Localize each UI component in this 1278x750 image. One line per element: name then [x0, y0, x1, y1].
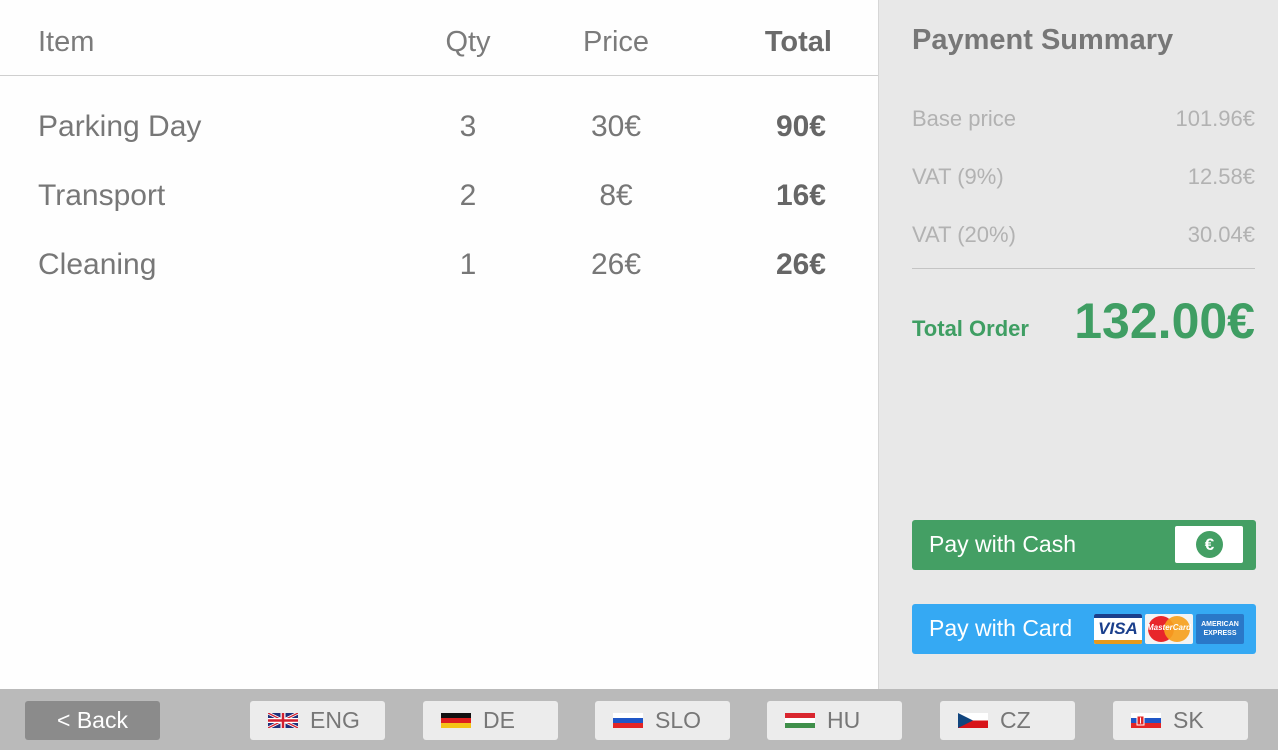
summary-line: VAT (9%) 12.58€: [912, 164, 1255, 194]
row-qty: 3: [459, 110, 477, 143]
mastercard-logo-icon: MasterCard: [1145, 614, 1193, 644]
row-price: 30€: [590, 110, 642, 143]
language-label: CZ: [1000, 707, 1031, 733]
summary-line-label: VAT (20%): [912, 222, 1016, 247]
summary-line: VAT (20%) 30.04€: [912, 222, 1255, 252]
row-item: Parking Day: [38, 110, 202, 143]
row-price: 8€: [599, 179, 633, 212]
back-button[interactable]: < Back: [25, 701, 160, 740]
total-order-label: Total Order: [912, 316, 1029, 341]
row-price: 26€: [590, 248, 642, 281]
slovakia-flag-icon: [1131, 713, 1161, 728]
order-table: Item Qty Price Total Parking Day 3 30€ 9…: [0, 0, 878, 689]
row-qty: 2: [459, 179, 477, 212]
summary-line: Base price 101.96€: [912, 106, 1255, 136]
germany-flag-icon: [441, 713, 471, 728]
row-qty: 1: [459, 248, 477, 281]
header-total: Total: [764, 26, 832, 58]
summary-line-label: Base price: [912, 106, 1016, 131]
payment-summary-panel: Payment Summary Base price 101.96€ VAT (…: [878, 0, 1278, 689]
summary-line-value: 12.58€: [1187, 164, 1255, 189]
table-row: Cleaning 1 26€ 26€: [0, 240, 878, 290]
header-price: Price: [582, 26, 650, 58]
language-button-hu[interactable]: HU: [767, 701, 902, 740]
header-item: Item: [38, 26, 95, 58]
euro-coin-icon: €: [1196, 531, 1223, 558]
row-total: 16€: [775, 179, 826, 212]
pay-with-cash-button[interactable]: Pay with Cash €: [912, 520, 1256, 570]
czech-flag-icon: [958, 713, 988, 728]
language-button-sk[interactable]: SK: [1113, 701, 1248, 740]
summary-divider: [912, 268, 1255, 269]
pay-with-card-label: Pay with Card: [929, 615, 1073, 641]
language-label: DE: [483, 707, 515, 733]
order-table-header: Item Qty Price Total: [0, 0, 878, 76]
slovenia-flag-icon: [613, 713, 643, 728]
pay-with-card-button[interactable]: Pay with Card VISA MasterCard AMERICAN EX…: [912, 604, 1256, 654]
visa-logo-icon: VISA: [1094, 614, 1142, 644]
language-button-eng[interactable]: ENG: [250, 701, 385, 740]
summary-line-value: 30.04€: [1187, 222, 1255, 247]
summary-line-label: VAT (9%): [912, 164, 1004, 189]
row-item: Transport: [38, 179, 166, 212]
language-label: ENG: [310, 707, 360, 733]
cash-badge: €: [1175, 526, 1243, 563]
table-row: Transport 2 8€ 16€: [0, 171, 878, 221]
table-row: Parking Day 3 30€ 90€: [0, 102, 878, 152]
row-total: 26€: [775, 248, 826, 281]
language-label: HU: [827, 707, 861, 733]
row-total: 90€: [775, 110, 826, 143]
header-qty: Qty: [445, 26, 491, 58]
language-label: SK: [1173, 707, 1204, 733]
amex-logo-icon: AMERICAN EXPRESS: [1196, 614, 1244, 644]
summary-line-value: 101.96€: [1175, 106, 1255, 131]
pay-with-cash-label: Pay with Cash: [929, 531, 1077, 557]
row-item: Cleaning: [38, 248, 157, 281]
hungary-flag-icon: [785, 713, 815, 728]
uk-flag-icon: [268, 713, 298, 728]
total-order-value: 132.00€: [1074, 293, 1255, 349]
language-button-de[interactable]: DE: [423, 701, 558, 740]
bottom-bar: < Back ENG DE SLO HU CZ SK: [0, 689, 1278, 750]
language-button-cz[interactable]: CZ: [940, 701, 1075, 740]
language-label: SLO: [655, 707, 702, 733]
summary-title: Payment Summary: [912, 24, 1174, 56]
language-button-slo[interactable]: SLO: [595, 701, 730, 740]
